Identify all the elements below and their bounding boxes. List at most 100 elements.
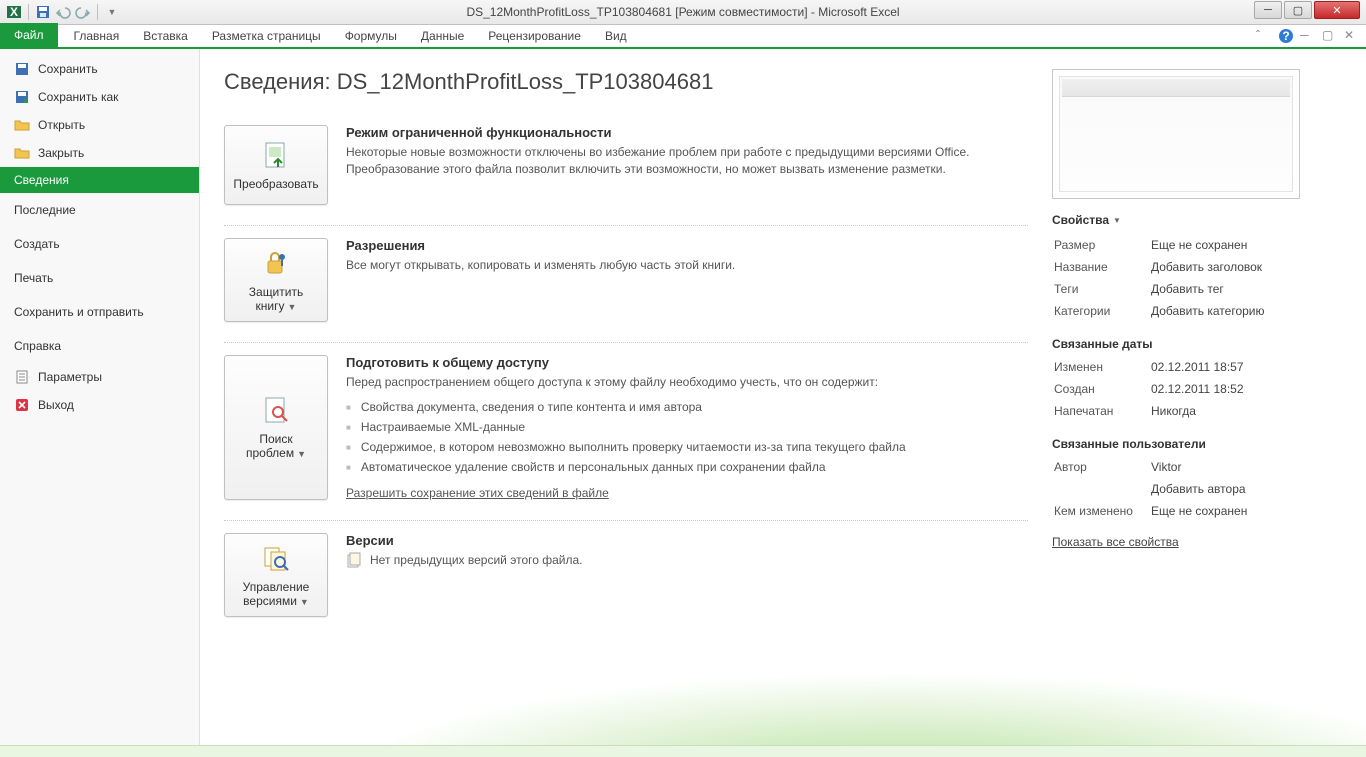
- nav-save-as[interactable]: Сохранить как: [0, 83, 199, 111]
- close-button[interactable]: ✕: [1314, 1, 1360, 19]
- versions-none-icon: [346, 552, 362, 568]
- save-as-icon: [14, 89, 30, 105]
- help-icon[interactable]: ?: [1278, 28, 1294, 44]
- nav-close[interactable]: Закрыть: [0, 139, 199, 167]
- ribbon: Файл Главная Вставка Разметка страницы Ф…: [0, 25, 1366, 49]
- prop-value: 02.12.2011 18:57: [1151, 357, 1340, 377]
- ribbon-tab-view[interactable]: Вид: [593, 25, 639, 47]
- ribbon-tab-insert[interactable]: Вставка: [131, 25, 200, 47]
- ribbon-tab-review[interactable]: Рецензирование: [476, 25, 593, 47]
- prop-value: Viktor: [1151, 457, 1340, 477]
- nav-label: Сохранить и отправить: [14, 305, 144, 319]
- svg-text:X: X: [10, 5, 18, 19]
- ribbon-tab-pagelayout[interactable]: Разметка страницы: [200, 25, 333, 47]
- ribbon-tab-data[interactable]: Данные: [409, 25, 476, 47]
- prop-key: Название: [1054, 257, 1149, 277]
- button-label: Преобразовать: [233, 177, 318, 191]
- prop-key: Размер: [1054, 235, 1149, 255]
- nav-label: Справка: [14, 339, 61, 353]
- add-author[interactable]: Добавить автора: [1151, 479, 1340, 499]
- nav-new[interactable]: Создать: [0, 227, 199, 261]
- nav-print[interactable]: Печать: [0, 261, 199, 295]
- prop-key: Кем изменено: [1054, 501, 1149, 521]
- properties-table: РазмерЕще не сохранен НазваниеДобавить з…: [1052, 233, 1342, 323]
- prop-value: 02.12.2011 18:52: [1151, 379, 1340, 399]
- convert-button[interactable]: Преобразовать: [224, 125, 328, 205]
- folder-open-icon: [14, 117, 30, 133]
- nav-options[interactable]: Параметры: [0, 363, 199, 391]
- options-icon: [14, 369, 30, 385]
- nav-label: Последние: [14, 203, 76, 217]
- backstage: Сохранить Сохранить как Открыть Закрыть …: [0, 49, 1366, 745]
- manage-versions-button[interactable]: Управление версиями▼: [224, 533, 328, 617]
- section-text: Некоторые новые возможности отключены во…: [346, 144, 1028, 178]
- nav-open[interactable]: Открыть: [0, 111, 199, 139]
- section-heading: Режим ограниченной функциональности: [346, 125, 1028, 140]
- section-heading: Разрешения: [346, 238, 1028, 253]
- exit-icon: [14, 397, 30, 413]
- convert-icon: [260, 139, 292, 171]
- list-item: Свойства документа, сведения о типе конт…: [346, 397, 1028, 417]
- inspect-icon: [260, 394, 292, 426]
- versions-icon: [260, 542, 292, 574]
- ribbon-tab-file[interactable]: Файл: [0, 23, 58, 47]
- nav-help[interactable]: Справка: [0, 329, 199, 363]
- list-item: Настраиваемые XML-данные: [346, 417, 1028, 437]
- nav-label: Выход: [38, 398, 74, 412]
- prop-key: Теги: [1054, 279, 1149, 299]
- section-body: Подготовить к общему доступу Перед распр…: [346, 355, 1028, 500]
- prop-value[interactable]: Добавить заголовок: [1151, 257, 1340, 277]
- section-heading: Версии: [346, 533, 1028, 548]
- show-all-properties-link[interactable]: Показать все свойства: [1052, 535, 1179, 549]
- prop-value: Еще не сохранен: [1151, 501, 1340, 521]
- doc-close-icon[interactable]: ✕: [1344, 28, 1360, 44]
- nav-label: Открыть: [38, 118, 85, 132]
- minimize-button[interactable]: ─: [1254, 1, 1282, 19]
- nav-save-send[interactable]: Сохранить и отправить: [0, 295, 199, 329]
- ribbon-right-controls: ˆ ? ─ ▢ ✕: [1256, 28, 1360, 44]
- section-heading: Подготовить к общему доступу: [346, 355, 1028, 370]
- save-icon[interactable]: [35, 4, 51, 20]
- ribbon-minimize-icon[interactable]: ˆ: [1256, 28, 1272, 44]
- maximize-button[interactable]: ▢: [1284, 1, 1312, 19]
- section-compatibility: Преобразовать Режим ограниченной функцио…: [224, 113, 1028, 226]
- ribbon-tab-formulas[interactable]: Формулы: [333, 25, 409, 47]
- nav-exit[interactable]: Выход: [0, 391, 199, 419]
- button-label: Защитить книгу▼: [229, 285, 323, 313]
- prop-value[interactable]: Добавить тег: [1151, 279, 1340, 299]
- undo-icon[interactable]: [55, 4, 71, 20]
- section-text: Все могут открывать, копировать и изменя…: [346, 257, 1028, 274]
- nav-label: Сохранить как: [38, 90, 118, 104]
- protect-workbook-button[interactable]: Защитить книгу▼: [224, 238, 328, 322]
- prop-value[interactable]: Добавить категорию: [1151, 301, 1340, 321]
- backstage-nav: Сохранить Сохранить как Открыть Закрыть …: [0, 49, 200, 745]
- properties-dropdown[interactable]: Свойства▼: [1052, 213, 1342, 227]
- titlebar: X ▼ DS_12MonthProfitLoss_TP103804681 [Ре…: [0, 0, 1366, 25]
- qat-customize-icon[interactable]: ▼: [104, 4, 120, 20]
- section-versions: Управление версиями▼ Версии Нет предыдущ…: [224, 521, 1028, 637]
- button-label: Управление версиями▼: [229, 580, 323, 608]
- info-right-column: Свойства▼ РазмерЕще не сохранен Название…: [1052, 69, 1342, 745]
- nav-recent[interactable]: Последние: [0, 193, 199, 227]
- nav-label: Сведения: [14, 173, 69, 187]
- nav-info[interactable]: Сведения: [0, 167, 199, 193]
- lock-key-icon: [260, 247, 292, 279]
- section-intro: Перед распространением общего доступа к …: [346, 374, 1028, 391]
- excel-icon: X: [6, 4, 22, 20]
- nav-save[interactable]: Сохранить: [0, 55, 199, 83]
- doc-minimize-icon[interactable]: ─: [1300, 28, 1316, 44]
- section-body: Версии Нет предыдущих версий этого файла…: [346, 533, 1028, 617]
- prepare-bullets: Свойства документа, сведения о типе конт…: [346, 397, 1028, 478]
- prop-key: Создан: [1054, 379, 1149, 399]
- section-prepare: Поиск проблем▼ Подготовить к общему дост…: [224, 343, 1028, 521]
- doc-restore-icon[interactable]: ▢: [1322, 28, 1338, 44]
- ribbon-tab-home[interactable]: Главная: [62, 25, 132, 47]
- nav-label: Параметры: [38, 370, 102, 384]
- redo-icon[interactable]: [75, 4, 91, 20]
- people-table: АвторViktor Добавить автора Кем изменено…: [1052, 455, 1342, 523]
- allow-saving-link[interactable]: Разрешить сохранение этих сведений в фай…: [346, 486, 609, 500]
- document-thumbnail[interactable]: [1052, 69, 1300, 199]
- backstage-main: Сведения: DS_12MonthProfitLoss_TP1038046…: [200, 49, 1366, 745]
- version-line: Нет предыдущих версий этого файла.: [346, 552, 1028, 568]
- check-issues-button[interactable]: Поиск проблем▼: [224, 355, 328, 500]
